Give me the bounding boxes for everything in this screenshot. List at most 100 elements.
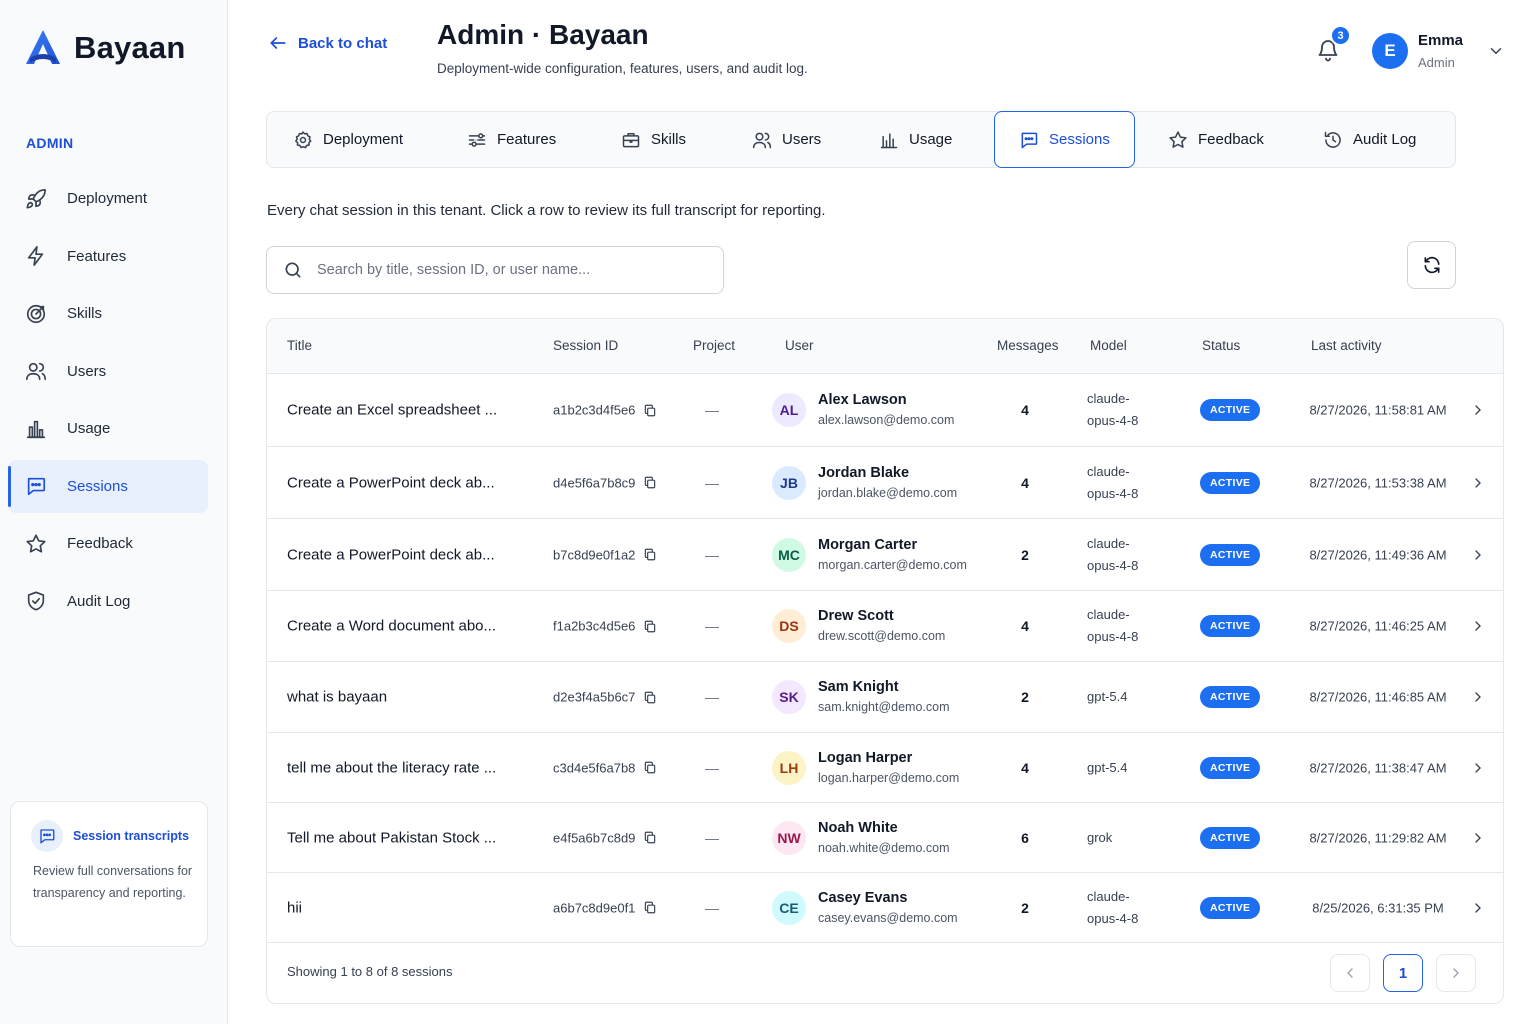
table-row[interactable]: hii a6b7c8d9e0f1 — CE Casey Evans casey.evans… — [267, 873, 1503, 943]
chevron-right-icon[interactable] — [1470, 760, 1486, 776]
tab-label: Skills — [651, 131, 687, 148]
session-user: MC Morgan Carter morgan.carter@demo.com — [772, 535, 967, 575]
sidebar-item-label: Sessions — [67, 477, 128, 495]
user-avatar[interactable]: E — [1372, 33, 1408, 69]
model-name: claude-opus-4-8 — [1087, 535, 1139, 573]
briefcase-icon — [621, 130, 641, 150]
table-row[interactable]: Create a PowerPoint deck ab... d4e5f6a7b8… — [267, 447, 1503, 519]
column-header-project[interactable]: Project — [693, 338, 735, 353]
column-header-status[interactable]: Status — [1202, 338, 1240, 353]
chevron-right-icon[interactable] — [1470, 475, 1486, 491]
tab-label: Users — [782, 131, 822, 148]
session-id-text: f1a2b3c4d5e6 — [553, 618, 636, 634]
status-badge: ACTIVE — [1200, 471, 1261, 494]
column-header-model[interactable]: Model — [1090, 338, 1127, 353]
user-name[interactable]: Emma — [1418, 32, 1463, 49]
chevron-right-icon[interactable] — [1470, 689, 1486, 705]
column-header-session-id[interactable]: Session ID — [553, 338, 618, 353]
notification-count-badge: 3 — [1330, 25, 1351, 46]
table-row[interactable]: Create a PowerPoint deck ab... b7c8d9e0f1… — [267, 519, 1503, 591]
chevron-down-icon[interactable] — [1487, 42, 1505, 60]
tab-label: Feedback — [1198, 131, 1264, 148]
sidebar-item-feedback[interactable]: Feedback — [8, 517, 208, 570]
search-input[interactable] — [317, 262, 697, 278]
model-name: claude-opus-4-8 — [1087, 607, 1139, 644]
session-project: — — [705, 689, 719, 705]
user-email: casey.evans@demo.com — [818, 910, 958, 925]
tab-skills[interactable]: Skills — [621, 111, 686, 168]
session-id: c3d4e5f6a7b8 — [553, 760, 657, 775]
back-to-chat-link[interactable]: Back to chat — [268, 33, 387, 53]
sidebar-item-users[interactable]: Users — [8, 345, 208, 398]
tab-feedback[interactable]: Feedback — [1168, 111, 1264, 168]
copy-icon[interactable] — [643, 901, 657, 915]
chevron-right-icon[interactable] — [1470, 900, 1486, 916]
refresh-button[interactable] — [1407, 241, 1456, 289]
session-id-text: c3d4e5f6a7b8 — [553, 760, 636, 775]
sidebar-item-features[interactable]: Features — [8, 230, 208, 283]
chevron-right-icon[interactable] — [1470, 547, 1486, 563]
table-row[interactable]: Create an Excel spreadsheet ... a1b2c3d4f… — [267, 374, 1503, 447]
status-cell: ACTIVE — [1200, 399, 1261, 421]
session-user: CE Casey Evans casey.evans@demo.com — [772, 888, 958, 928]
last-activity: 8/27/2026, 11:46:25 AM — [1309, 618, 1447, 634]
star-icon — [25, 533, 47, 555]
session-user: DS Drew Scott drew.scott@demo.com — [772, 606, 945, 646]
copy-icon[interactable] — [643, 761, 657, 775]
tab-sessions[interactable]: Sessions — [994, 111, 1135, 168]
user-info: Drew Scott drew.scott@demo.com — [818, 606, 945, 646]
session-user: LH Logan Harper logan.harper@demo.com — [772, 748, 959, 788]
user-email: noah.white@demo.com — [818, 840, 950, 855]
sidebar-item-usage[interactable]: Usage — [8, 402, 208, 455]
chevron-right-icon[interactable] — [1470, 618, 1486, 634]
chevron-right-icon[interactable] — [1470, 402, 1486, 418]
copy-icon[interactable] — [643, 619, 657, 633]
copy-icon[interactable] — [643, 403, 657, 417]
status-badge: ACTIVE — [1200, 399, 1261, 421]
column-header-user[interactable]: User — [785, 338, 814, 353]
page-button-current[interactable]: 1 — [1383, 954, 1423, 992]
session-id-text: a6b7c8d9e0f1 — [553, 900, 636, 915]
copy-icon[interactable] — [643, 831, 657, 845]
table-row[interactable]: Tell me about Pakistan Stock ... e4f5a6b7… — [267, 803, 1503, 873]
session-id-text: d2e3f4a5b6c7 — [553, 689, 636, 705]
message-count: 4 — [1021, 402, 1029, 418]
copy-icon[interactable] — [643, 548, 657, 562]
refresh-icon — [1422, 255, 1442, 275]
message-count: 4 — [1021, 474, 1029, 491]
model-name: claude-opus-4-8 — [1087, 463, 1139, 501]
column-header-last-activity[interactable]: Last activity — [1311, 338, 1382, 353]
status-cell: ACTIVE — [1200, 896, 1261, 919]
tab-label: Deployment — [323, 131, 404, 148]
table-row[interactable]: tell me about the literacy rate ... c3d4e… — [267, 733, 1503, 803]
user-email: alex.lawson@demo.com — [818, 413, 955, 427]
user-role: Admin — [1418, 55, 1455, 70]
copy-icon[interactable] — [643, 476, 657, 490]
target-icon — [25, 303, 47, 325]
table-row[interactable]: Create a Word document abo... f1a2b3c4d5e… — [267, 591, 1503, 662]
help-card-title: Session transcripts — [73, 829, 190, 843]
tab-features[interactable]: Features — [467, 111, 556, 168]
sidebar-item-skills[interactable]: Skills — [8, 287, 208, 340]
sidebar-item-label: Users — [67, 362, 107, 380]
sidebar-item-label: Audit Log — [67, 592, 131, 610]
user-name: Sam Knight — [818, 679, 899, 695]
search-icon — [283, 260, 303, 280]
column-header-title[interactable]: Title — [287, 338, 312, 353]
tab-deployment[interactable]: Deployment — [293, 111, 403, 168]
sidebar-item-sessions[interactable]: Sessions — [8, 459, 208, 513]
next-page-button[interactable] — [1436, 954, 1476, 992]
prev-page-button[interactable] — [1330, 954, 1370, 992]
tab-usage[interactable]: Usage — [879, 111, 952, 168]
session-project: — — [705, 402, 719, 418]
sidebar-item-audit-log[interactable]: Audit Log — [8, 575, 208, 628]
session-id: d4e5f6a7b8c9 — [553, 475, 657, 490]
brand[interactable]: Bayaan — [24, 28, 186, 68]
tab-audit-log[interactable]: Audit Log — [1323, 111, 1416, 168]
sidebar-item-deployment[interactable]: Deployment — [8, 172, 208, 225]
tab-users[interactable]: Users — [752, 111, 821, 168]
table-row[interactable]: what is bayaan d2e3f4a5b6c7 — SK Sam Knight s… — [267, 662, 1503, 733]
copy-icon[interactable] — [643, 690, 657, 704]
chevron-right-icon[interactable] — [1470, 830, 1486, 846]
column-header-messages[interactable]: Messages — [997, 338, 1059, 353]
